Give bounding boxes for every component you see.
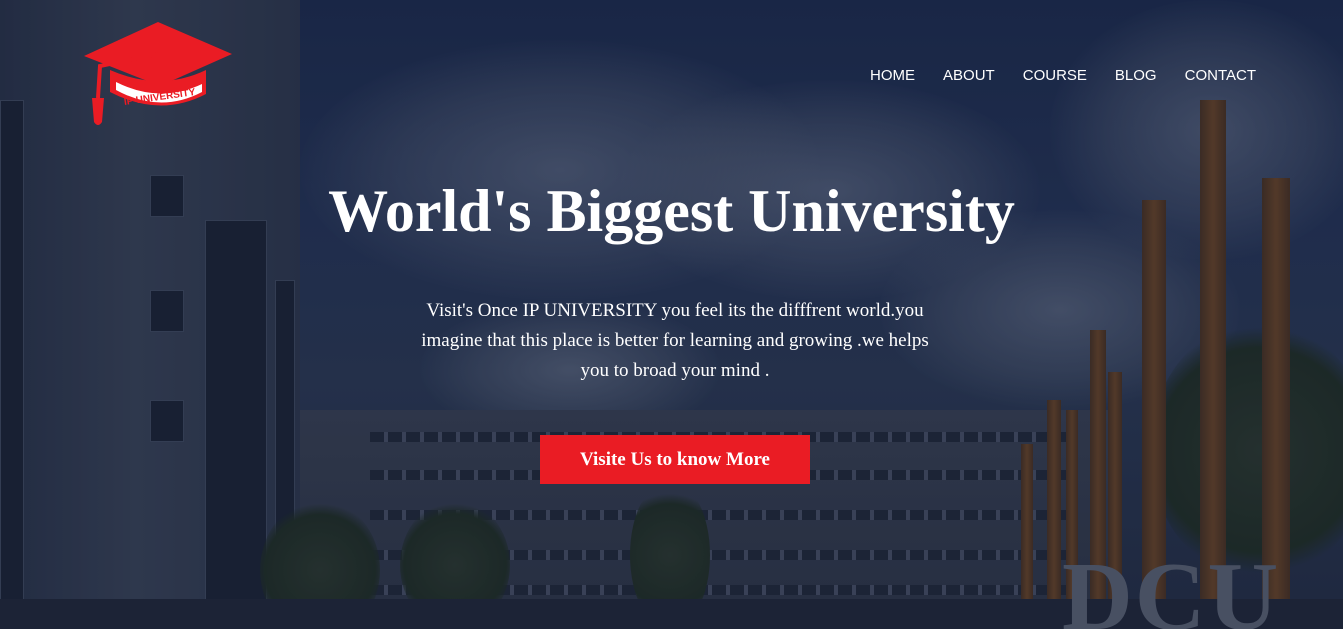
main-nav: HOME ABOUT COURSE BLOG CONTACT [870,67,1256,84]
nav-blog-link[interactable]: BLOG [1115,67,1157,84]
nav-about-link[interactable]: ABOUT [943,67,995,84]
hero-section: DCU IP UNIVERSITY HOME ABOUT COURSE BLOG… [0,0,1343,629]
graduation-cap-icon: IP UNIVERSITY [84,22,232,125]
university-logo[interactable]: IP UNIVERSITY [80,18,235,130]
nav-home-link[interactable]: HOME [870,67,915,84]
hero-title: World's Biggest University [328,178,1015,244]
hero-description: Visit's Once IP UNIVERSITY you feel its … [421,300,929,381]
nav-course-link[interactable]: COURSE [1023,67,1087,84]
visit-us-button[interactable]: Visite Us to know More [540,435,810,484]
nav-contact-link[interactable]: CONTACT [1185,67,1256,84]
